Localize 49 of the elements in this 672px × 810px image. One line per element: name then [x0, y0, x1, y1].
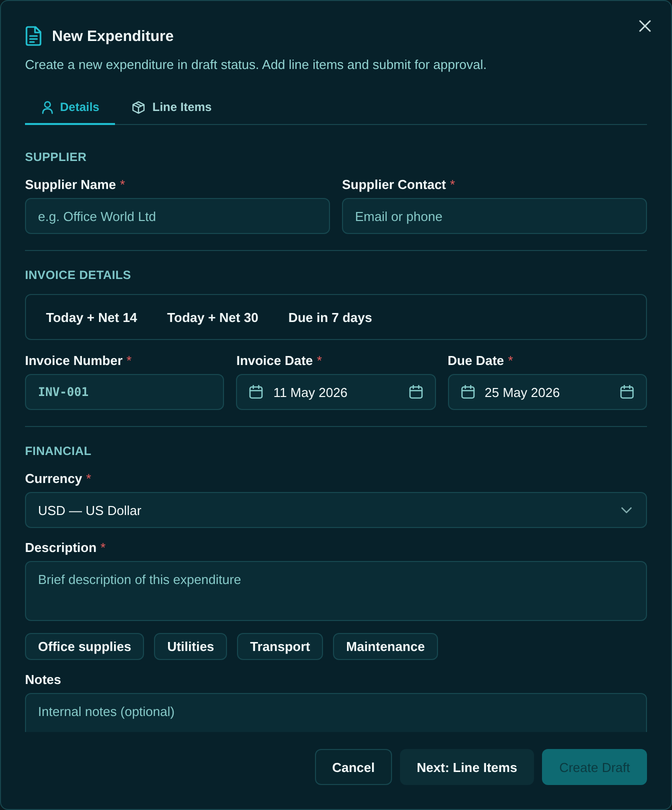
section-heading: SUPPLIER	[25, 149, 88, 165]
close-button[interactable]	[638, 19, 652, 33]
field-label: Currency	[25, 470, 82, 486]
tag-button[interactable]: Utilities	[154, 633, 228, 660]
dialog-subtitle: Create a new expenditure in draft status. Add line items and submit for approval.	[25, 56, 488, 74]
text-field[interactable]: e.g. Office World Ltd	[25, 198, 330, 234]
tag-button[interactable]: Transport	[237, 633, 324, 660]
preset-button[interactable]: Today + Net 14	[34, 304, 150, 330]
calendar-icon	[460, 385, 475, 399]
required-mark: *	[120, 176, 126, 192]
field-label: Description	[25, 540, 97, 554]
cube-icon	[132, 100, 146, 114]
section-heading: FINANCIAL	[25, 443, 92, 459]
preset-button[interactable]: Today + Net 30	[155, 304, 270, 330]
date-field[interactable]: 25 May 2026	[448, 374, 647, 410]
currency-select[interactable]: USD — US Dollar	[25, 492, 647, 528]
required-mark: *	[316, 352, 322, 368]
field-label: Invoice Number	[25, 352, 123, 368]
description-field[interactable]: Brief description of this expenditure	[25, 561, 647, 621]
field-label: Invoice Date	[236, 352, 313, 368]
footer-button[interactable]: Cancel	[315, 749, 392, 785]
field-label: Due Date	[448, 352, 504, 368]
tab[interactable]: Line Items	[115, 91, 228, 125]
calendar-icon[interactable]	[620, 385, 634, 399]
footer-button[interactable]: Next: Line Items	[400, 749, 534, 785]
calendar-icon	[249, 385, 264, 399]
close-icon	[639, 20, 651, 32]
tag-button[interactable]: Maintenance	[333, 633, 438, 660]
required-mark: *	[508, 352, 514, 368]
tab[interactable]: Details	[25, 91, 116, 125]
tag-button[interactable]: Office supplies	[25, 633, 144, 660]
notes-field[interactable]: Internal notes (optional)	[25, 693, 647, 732]
field-label: Supplier Contact	[342, 176, 446, 192]
field-label: Supplier Name	[25, 176, 116, 192]
required-mark: *	[100, 540, 106, 554]
field-label: Notes	[25, 672, 62, 686]
calendar-icon[interactable]	[408, 385, 423, 399]
required-mark: *	[450, 176, 456, 192]
code-field[interactable]: INV-001	[25, 374, 224, 410]
preset-button[interactable]: Due in 7 days	[276, 304, 384, 330]
text-field[interactable]: Email or phone	[342, 198, 647, 234]
document-icon	[25, 26, 42, 46]
dialog-title: New Expenditure	[52, 28, 174, 44]
user-icon	[42, 100, 53, 114]
chevron-down-icon	[621, 506, 632, 514]
date-field[interactable]: 11 May 2026	[236, 374, 436, 410]
section-heading: INVOICE DETAILS	[25, 267, 132, 283]
required-mark: *	[126, 352, 132, 368]
required-mark: *	[86, 470, 92, 486]
